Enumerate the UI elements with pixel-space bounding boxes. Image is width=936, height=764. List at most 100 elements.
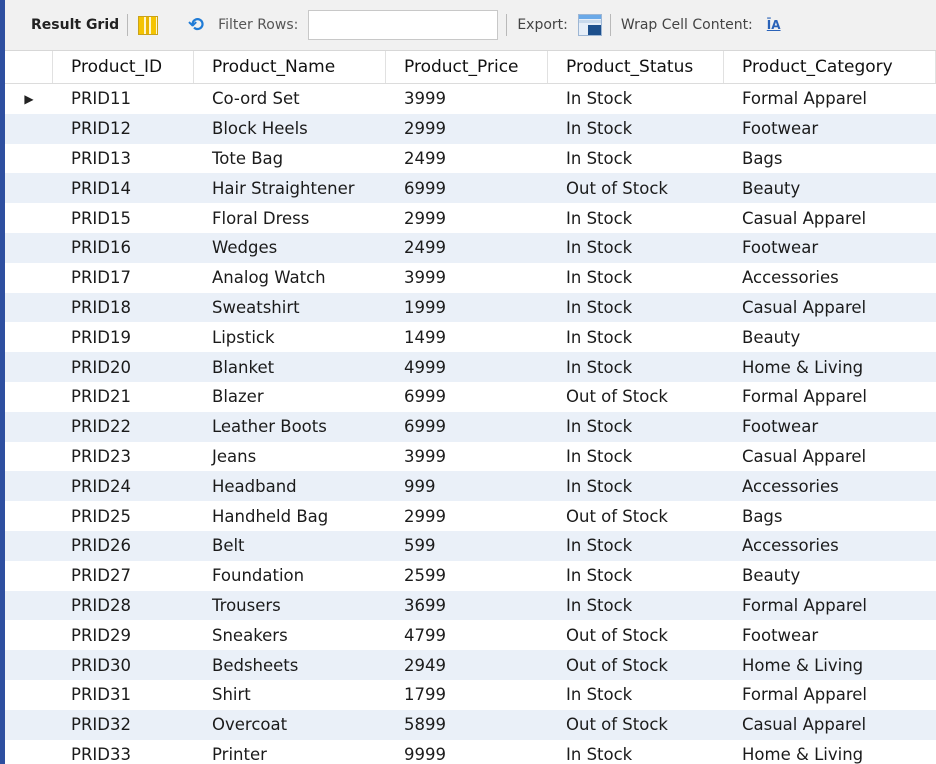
wrap-text-icon[interactable]: ĪA — [767, 18, 781, 32]
cell-product-status[interactable]: Out of Stock — [548, 179, 724, 198]
cell-product-price[interactable]: 6999 — [386, 417, 548, 436]
column-header-product-name[interactable]: Product_Name — [194, 51, 386, 83]
cell-product-category[interactable]: Footwear — [724, 626, 936, 645]
refresh-icon[interactable]: ⟲ — [188, 15, 204, 35]
table-row[interactable]: PRID22 Leather Boots 6999 In Stock Footwear — [5, 411, 936, 442]
cell-product-id[interactable]: PRID11 — [53, 89, 194, 108]
cell-product-price[interactable]: 3699 — [386, 596, 548, 615]
table-row[interactable]: PRID21 Blazer 6999 Out of Stock Formal Appar… — [5, 382, 936, 412]
cell-product-price[interactable]: 999 — [386, 477, 548, 496]
table-row[interactable]: PRID25 Handheld Bag 2999 Out of Stock Bags — [5, 501, 936, 531]
cell-product-id[interactable]: PRID12 — [53, 119, 194, 138]
cell-product-category[interactable]: Casual Apparel — [724, 209, 936, 228]
cell-product-name[interactable]: Analog Watch — [194, 268, 386, 287]
cell-product-status[interactable]: In Stock — [548, 477, 724, 496]
cell-product-id[interactable]: PRID18 — [53, 298, 194, 317]
cell-product-name[interactable]: Wedges — [194, 238, 386, 257]
cell-product-category[interactable]: Footwear — [724, 119, 936, 138]
table-row[interactable]: PRID33 Printer 9999 In Stock Home & Living — [5, 740, 936, 764]
cell-product-name[interactable]: Headband — [194, 477, 386, 496]
column-header-product-category[interactable]: Product_Category — [724, 51, 936, 83]
cell-product-status[interactable]: In Stock — [548, 745, 724, 764]
cell-product-name[interactable]: Hair Straightener — [194, 179, 386, 198]
cell-product-name[interactable]: Lipstick — [194, 328, 386, 347]
cell-product-name[interactable]: Bedsheets — [194, 656, 386, 675]
cell-product-id[interactable]: PRID30 — [53, 656, 194, 675]
row-marker[interactable]: ▶ — [5, 92, 53, 106]
table-row[interactable]: ▶ PRID11 Co-ord Set 3999 In Stock Formal Appa… — [5, 84, 936, 114]
cell-product-status[interactable]: In Stock — [548, 536, 724, 555]
cell-product-category[interactable]: Footwear — [724, 417, 936, 436]
table-row[interactable]: PRID16 Wedges 2499 In Stock Footwear — [5, 232, 936, 263]
cell-product-id[interactable]: PRID25 — [53, 507, 194, 526]
cell-product-status[interactable]: Out of Stock — [548, 656, 724, 675]
cell-product-status[interactable]: Out of Stock — [548, 715, 724, 734]
cell-product-price[interactable]: 3999 — [386, 89, 548, 108]
cell-product-id[interactable]: PRID22 — [53, 417, 194, 436]
table-row[interactable]: PRID30 Bedsheets 2949 Out of Stock Home & Li… — [5, 650, 936, 680]
cell-product-name[interactable]: Handheld Bag — [194, 507, 386, 526]
cell-product-price[interactable]: 2949 — [386, 656, 548, 675]
export-icon[interactable] — [577, 14, 602, 36]
cell-product-status[interactable]: In Stock — [548, 685, 724, 704]
cell-product-status[interactable]: In Stock — [548, 358, 724, 377]
cell-product-category[interactable]: Home & Living — [724, 656, 936, 675]
table-row[interactable]: PRID23 Jeans 3999 In Stock Casual Apparel — [5, 442, 936, 472]
cell-product-price[interactable]: 2499 — [386, 149, 548, 168]
cell-product-name[interactable]: Floral Dress — [194, 209, 386, 228]
cell-product-price[interactable]: 2999 — [386, 209, 548, 228]
cell-product-id[interactable]: PRID31 — [53, 685, 194, 704]
cell-product-price[interactable]: 6999 — [386, 179, 548, 198]
cell-product-status[interactable]: Out of Stock — [548, 507, 724, 526]
cell-product-price[interactable]: 4799 — [386, 626, 548, 645]
table-row[interactable]: PRID15 Floral Dress 2999 In Stock Casual App… — [5, 203, 936, 233]
cell-product-status[interactable]: Out of Stock — [548, 387, 724, 406]
table-row[interactable]: PRID12 Block Heels 2999 In Stock Footwear — [5, 113, 936, 144]
cell-product-id[interactable]: PRID26 — [53, 536, 194, 555]
table-row[interactable]: PRID27 Foundation 2599 In Stock Beauty — [5, 561, 936, 591]
table-row[interactable]: PRID31 Shirt 1799 In Stock Formal Apparel — [5, 680, 936, 710]
cell-product-category[interactable]: Footwear — [724, 238, 936, 257]
table-row[interactable]: PRID32 Overcoat 5899 Out of Stock Casual App… — [5, 709, 936, 740]
cell-product-price[interactable]: 3999 — [386, 268, 548, 287]
cell-product-price[interactable]: 2499 — [386, 238, 548, 257]
cell-product-id[interactable]: PRID17 — [53, 268, 194, 287]
cell-product-status[interactable]: In Stock — [548, 298, 724, 317]
table-row[interactable]: PRID29 Sneakers 4799 Out of Stock Footwear — [5, 620, 936, 650]
table-row[interactable]: PRID20 Blanket 4999 In Stock Home & Living — [5, 352, 936, 382]
cell-product-name[interactable]: Block Heels — [194, 119, 386, 138]
cell-product-category[interactable]: Home & Living — [724, 358, 936, 377]
cell-product-category[interactable]: Casual Apparel — [724, 298, 936, 317]
cell-product-category[interactable]: Casual Apparel — [724, 447, 936, 466]
filter-rows-input[interactable] — [308, 10, 499, 40]
cell-product-name[interactable]: Shirt — [194, 685, 386, 704]
cell-product-price[interactable]: 5899 — [386, 715, 548, 734]
cell-product-name[interactable]: Sweatshirt — [194, 298, 386, 317]
cell-product-category[interactable]: Home & Living — [724, 745, 936, 764]
cell-product-price[interactable]: 2999 — [386, 119, 548, 138]
column-header-product-id[interactable]: Product_ID — [53, 51, 194, 83]
cell-product-category[interactable]: Casual Apparel — [724, 715, 936, 734]
cell-product-category[interactable]: Accessories — [724, 477, 936, 496]
cell-product-status[interactable]: In Stock — [548, 417, 724, 436]
cell-product-price[interactable]: 6999 — [386, 387, 548, 406]
cell-product-category[interactable]: Beauty — [724, 179, 936, 198]
cell-product-name[interactable]: Foundation — [194, 566, 386, 585]
cell-product-id[interactable]: PRID23 — [53, 447, 194, 466]
cell-product-status[interactable]: In Stock — [548, 566, 724, 585]
cell-product-id[interactable]: PRID28 — [53, 596, 194, 615]
cell-product-id[interactable]: PRID27 — [53, 566, 194, 585]
cell-product-status[interactable]: In Stock — [548, 238, 724, 257]
cell-product-price[interactable]: 4999 — [386, 358, 548, 377]
cell-product-name[interactable]: Trousers — [194, 596, 386, 615]
cell-product-id[interactable]: PRID13 — [53, 149, 194, 168]
cell-product-id[interactable]: PRID24 — [53, 477, 194, 496]
cell-product-name[interactable]: Printer — [194, 745, 386, 764]
cell-product-category[interactable]: Beauty — [724, 328, 936, 347]
cell-product-category[interactable]: Bags — [724, 507, 936, 526]
cell-product-name[interactable]: Belt — [194, 536, 386, 555]
cell-product-name[interactable]: Blanket — [194, 358, 386, 377]
cell-product-status[interactable]: In Stock — [548, 328, 724, 347]
cell-product-id[interactable]: PRID29 — [53, 626, 194, 645]
cell-product-id[interactable]: PRID14 — [53, 179, 194, 198]
